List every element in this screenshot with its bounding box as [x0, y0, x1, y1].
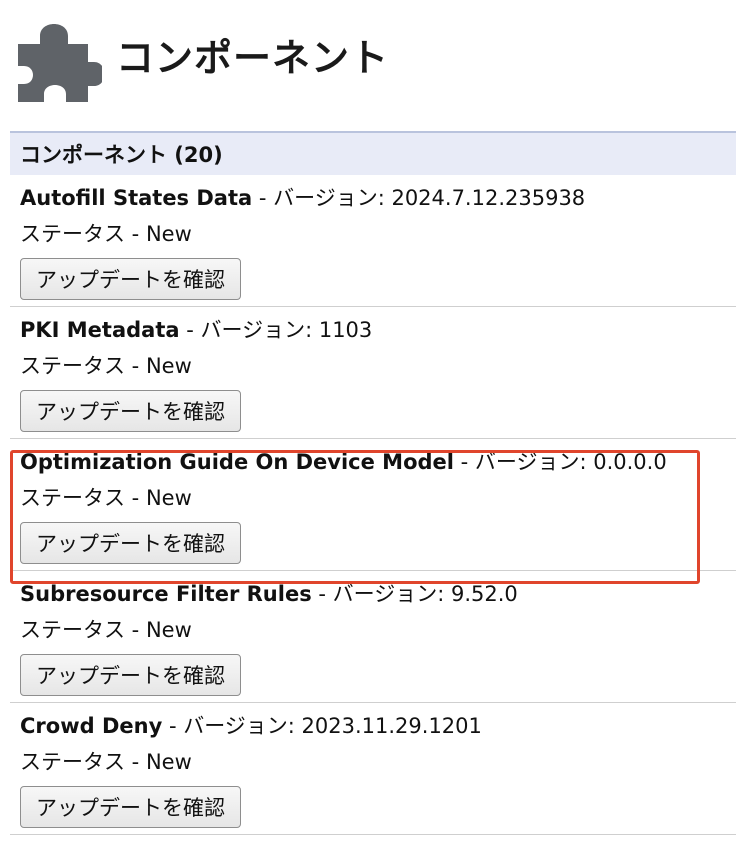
check-for-update-button[interactable]: アップデートを確認	[20, 522, 241, 564]
component-title-line: Optimization Guide On Device Model - バージ…	[20, 444, 736, 480]
status-label: ステータス -	[20, 486, 146, 510]
component-status-line: ステータス - New	[20, 744, 736, 780]
status-label: ステータス -	[20, 750, 146, 774]
section-header: コンポーネント (20)	[10, 131, 736, 175]
component-name: Subresource Filter Rules	[20, 582, 312, 606]
check-for-update-button[interactable]: アップデートを確認	[20, 786, 241, 828]
check-for-update-button[interactable]: アップデートを確認	[20, 258, 241, 300]
component-title-line: PKI Metadata - バージョン: 1103	[20, 312, 736, 348]
check-for-update-button[interactable]: アップデートを確認	[20, 390, 241, 432]
component-status: New	[145, 222, 192, 246]
component-item: Subresource Filter Rules - バージョン: 9.52.0…	[10, 571, 736, 703]
component-item: Autofill States Data - バージョン: 2024.7.12.…	[10, 175, 736, 307]
component-status-line: ステータス - New	[20, 612, 736, 648]
component-version: 1103	[318, 318, 373, 342]
check-for-update-button[interactable]: アップデートを確認	[20, 654, 241, 696]
component-status: New	[145, 618, 192, 642]
page-title: コンポーネント	[116, 36, 390, 80]
component-item: PKI Metadata - バージョン: 1103 ステータス - New ア…	[10, 307, 736, 439]
component-version: 9.52.0	[450, 582, 518, 606]
version-label: - バージョン:	[162, 714, 302, 738]
status-label: ステータス -	[20, 222, 146, 246]
component-status-line: ステータス - New	[20, 348, 736, 384]
component-item: Crowd Deny - バージョン: 2023.11.29.1201 ステータ…	[10, 703, 736, 835]
component-status: New	[145, 750, 192, 774]
component-name: Autofill States Data	[20, 186, 253, 210]
component-name: Crowd Deny	[20, 714, 163, 738]
components-page: コンポーネント コンポーネント (20) Autofill States Dat…	[0, 0, 736, 860]
component-status-line: ステータス - New	[20, 216, 736, 252]
component-status: New	[145, 354, 192, 378]
component-name: PKI Metadata	[20, 318, 180, 342]
version-label: - バージョン:	[453, 450, 594, 474]
component-version: 2023.11.29.1201	[301, 714, 482, 738]
status-label: ステータス -	[20, 618, 146, 642]
version-label: - バージョン:	[252, 186, 392, 210]
page-header: コンポーネント	[14, 12, 389, 104]
puzzle-piece-icon	[18, 24, 102, 102]
component-status-line: ステータス - New	[20, 480, 736, 516]
component-title-line: Subresource Filter Rules - バージョン: 9.52.0	[20, 576, 736, 612]
component-title-line: Crowd Deny - バージョン: 2023.11.29.1201	[20, 708, 736, 744]
component-item-highlighted: Optimization Guide On Device Model - バージ…	[10, 439, 736, 571]
component-version: 2024.7.12.235938	[391, 186, 586, 210]
component-title-line: Autofill States Data - バージョン: 2024.7.12.…	[20, 180, 736, 216]
version-label: - バージョン:	[311, 582, 451, 606]
component-name: Optimization Guide On Device Model	[20, 450, 454, 474]
component-version: 0.0.0.0	[593, 450, 667, 474]
version-label: - バージョン:	[179, 318, 319, 342]
component-status: New	[145, 486, 192, 510]
status-label: ステータス -	[20, 354, 146, 378]
components-section: コンポーネント (20) Autofill States Data - バージョ…	[10, 131, 736, 835]
